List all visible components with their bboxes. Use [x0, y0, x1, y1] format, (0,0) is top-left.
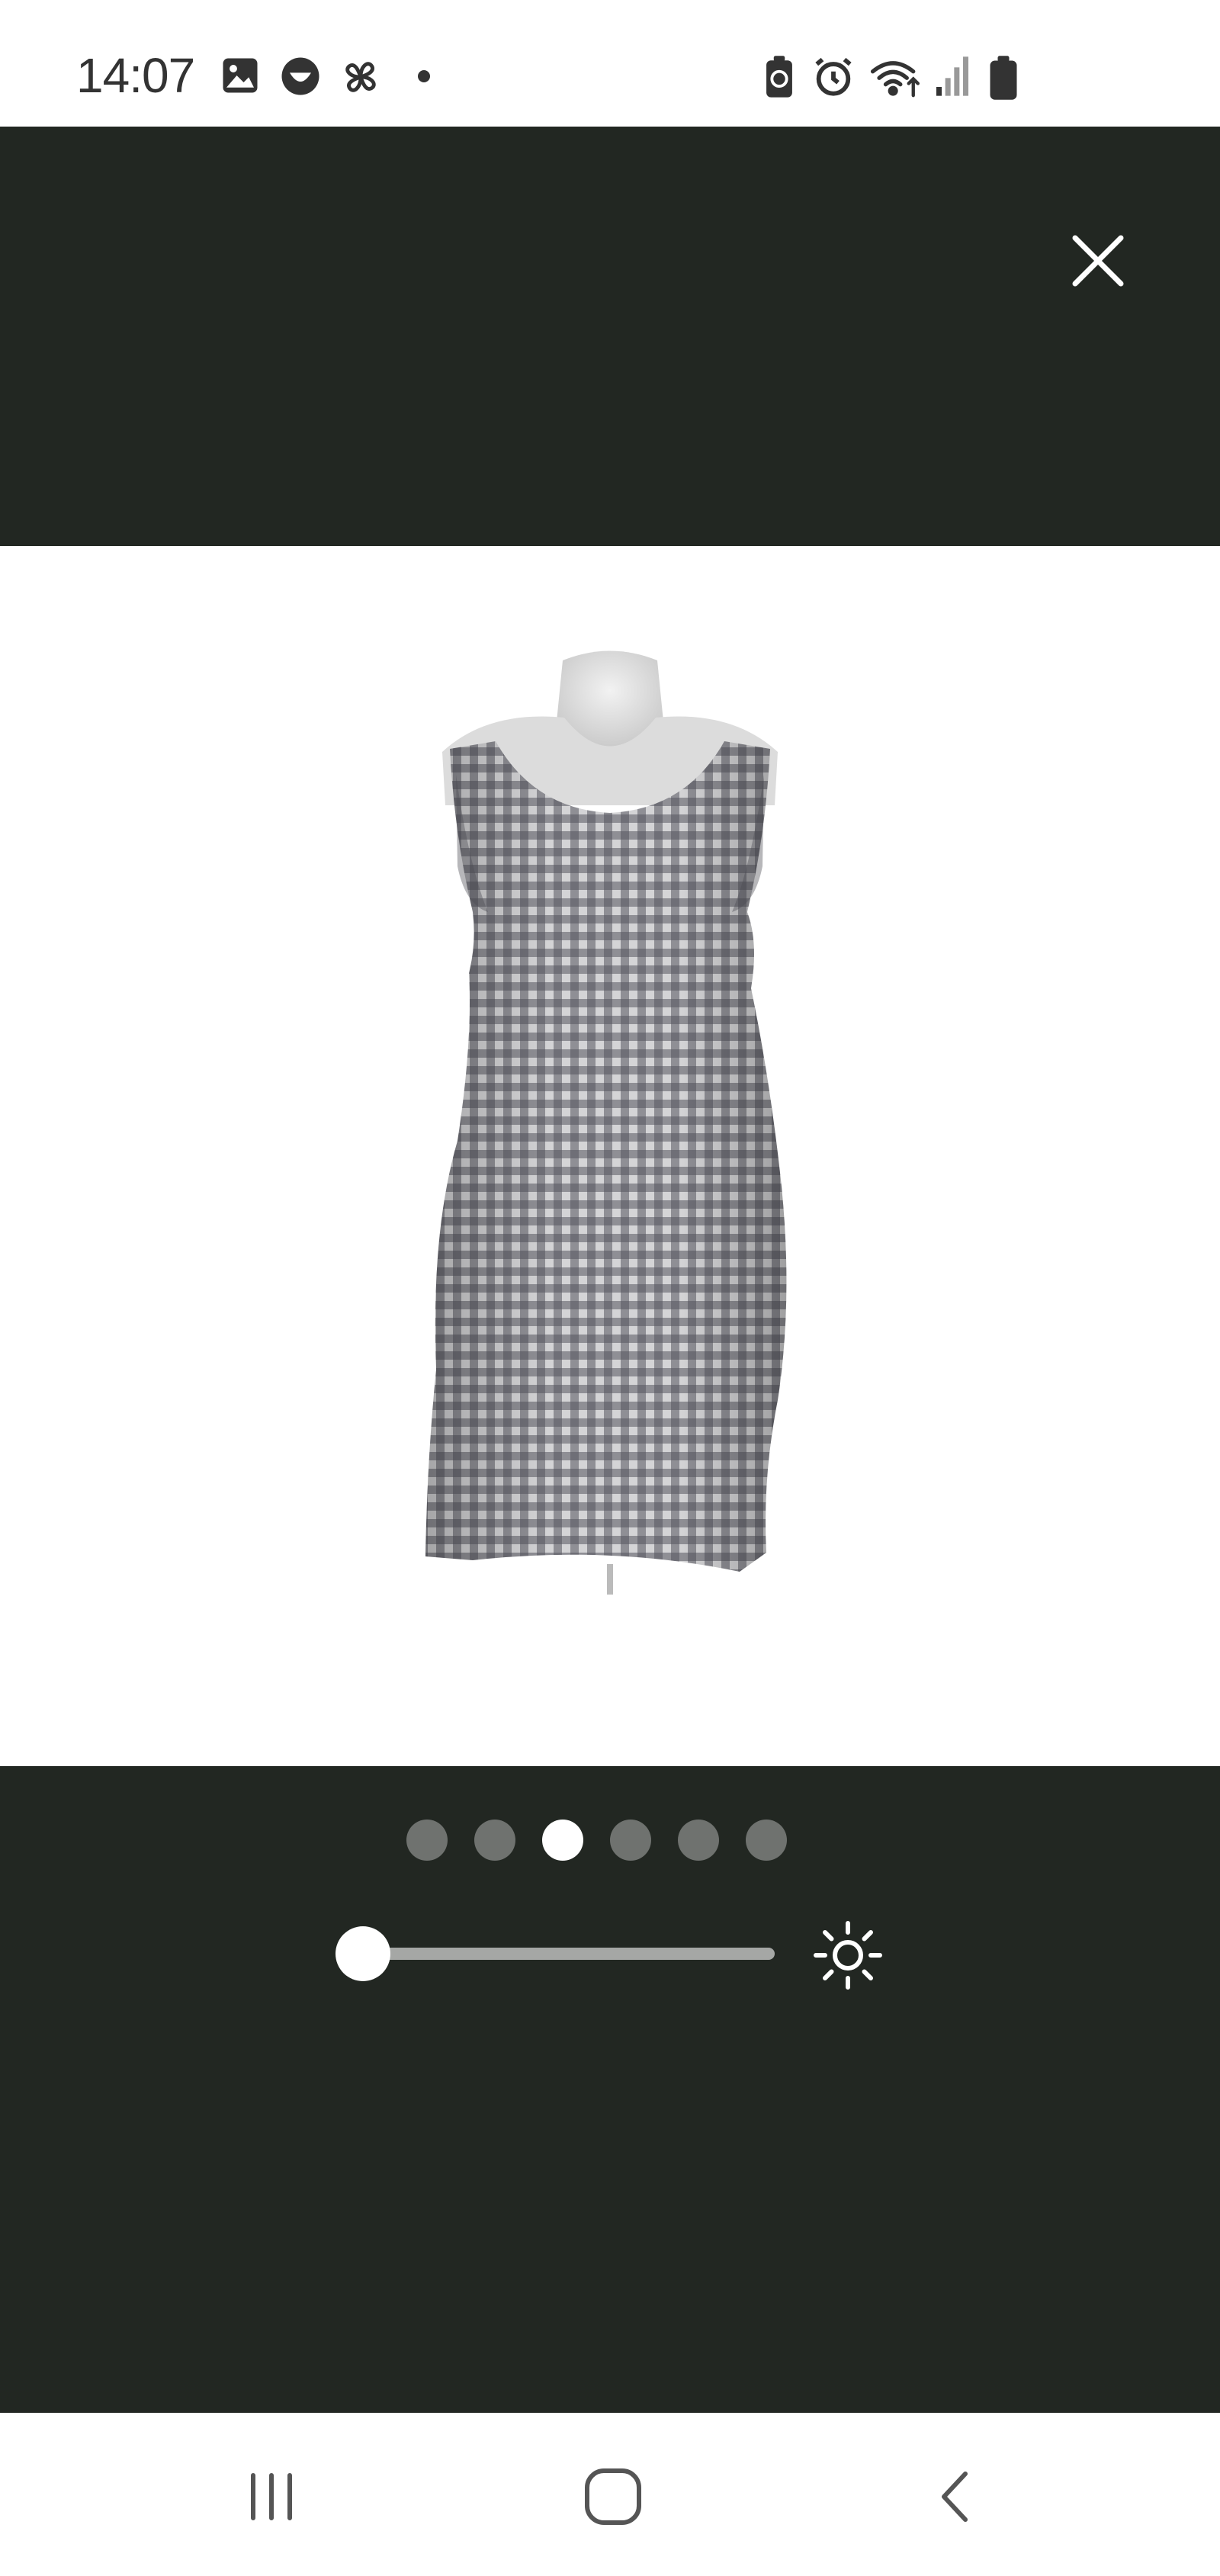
close-icon[interactable]: [1066, 229, 1130, 293]
navigation-bar: [0, 2413, 1220, 2576]
status-bar: 14:07: [0, 0, 1220, 127]
alarm-icon: [815, 57, 852, 96]
pinwheel-icon: [345, 62, 376, 92]
signal-icon: [936, 56, 968, 96]
pagination-dot-6[interactable]: [746, 1820, 787, 1861]
dress-photo: [425, 650, 787, 1595]
status-time: 14:07: [76, 48, 195, 103]
dot-icon: [418, 70, 430, 82]
pagination-dot-3[interactable]: [542, 1820, 583, 1861]
recent-apps-icon[interactable]: [226, 2451, 317, 2542]
pagination-dot-2[interactable]: [474, 1820, 515, 1861]
home-icon[interactable]: [567, 2451, 659, 2542]
viewer-header: [0, 127, 1220, 546]
image-pagination: [0, 1820, 1220, 1861]
brightness-slider[interactable]: [364, 1948, 775, 1960]
brightness-slider-thumb[interactable]: [336, 1926, 390, 1981]
back-icon[interactable]: [909, 2451, 1000, 2542]
battery-saver-icon: [766, 56, 792, 98]
pagination-dot-4[interactable]: [610, 1820, 651, 1861]
viewer-footer: [0, 1766, 1220, 2413]
pagination-dot-5[interactable]: [678, 1820, 719, 1861]
product-image[interactable]: [0, 546, 1220, 1766]
face-icon: [281, 57, 319, 95]
gallery-icon: [223, 58, 258, 93]
wifi-icon: [870, 61, 920, 98]
pagination-dot-1[interactable]: [406, 1820, 448, 1861]
battery-icon: [990, 56, 1017, 100]
brightness-icon[interactable]: [810, 1917, 886, 1993]
